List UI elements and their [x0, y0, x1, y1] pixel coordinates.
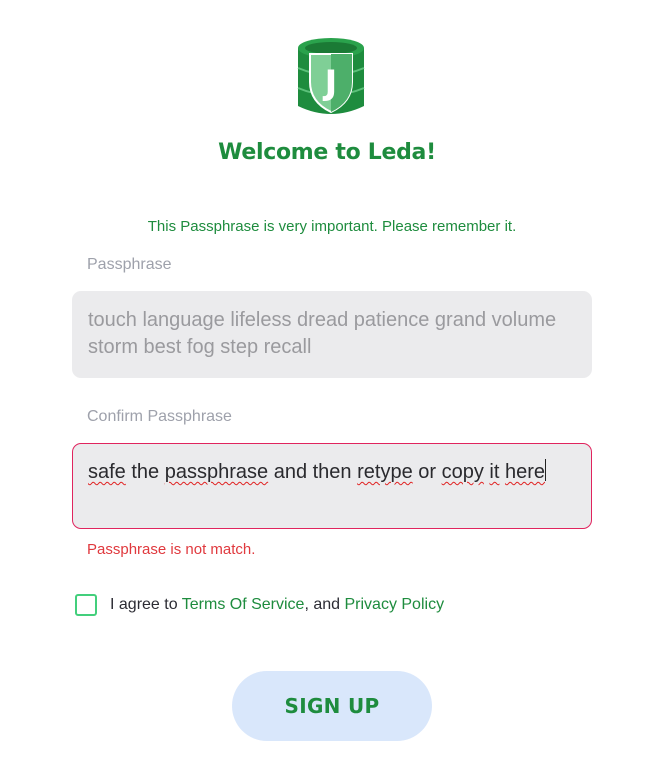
- agree-checkbox[interactable]: [75, 594, 97, 616]
- confirm-word: passphrase: [164, 461, 269, 483]
- terms-of-service-link[interactable]: Terms Of Service: [182, 596, 305, 613]
- privacy-policy-link[interactable]: Privacy Policy: [344, 596, 444, 613]
- confirm-word: it: [489, 461, 500, 483]
- confirm-word: safe: [88, 461, 126, 483]
- sign-up-button[interactable]: SIGN UP: [232, 671, 432, 741]
- agreement-middle: , and: [304, 596, 345, 613]
- passphrase-notice: This Passphrase is very important. Pleas…: [147, 218, 517, 235]
- confirm-word: and then: [268, 461, 358, 483]
- confirm-word: the: [125, 461, 165, 483]
- svg-text:J: J: [323, 63, 338, 103]
- agreement-prefix: I agree to: [110, 596, 182, 613]
- agreement-text: I agree to Terms Of Service, and Privacy…: [110, 596, 444, 614]
- confirm-word: or: [412, 461, 442, 483]
- confirm-word: copy: [441, 461, 484, 483]
- confirm-passphrase-label: Confirm Passphrase: [87, 408, 232, 425]
- confirm-word: retype: [357, 461, 413, 483]
- leda-logo-icon: J: [297, 38, 365, 114]
- page-title: Welcome to Leda!: [218, 140, 436, 165]
- passphrase-error-message: Passphrase is not match.: [87, 541, 256, 558]
- passphrase-display[interactable]: touch language lifeless dread patience g…: [72, 291, 592, 378]
- text-caret: [545, 459, 547, 481]
- confirm-word: here: [504, 461, 546, 483]
- confirm-passphrase-input[interactable]: safe the passphrase and then retype or c…: [72, 443, 592, 529]
- passphrase-label: Passphrase: [87, 256, 172, 273]
